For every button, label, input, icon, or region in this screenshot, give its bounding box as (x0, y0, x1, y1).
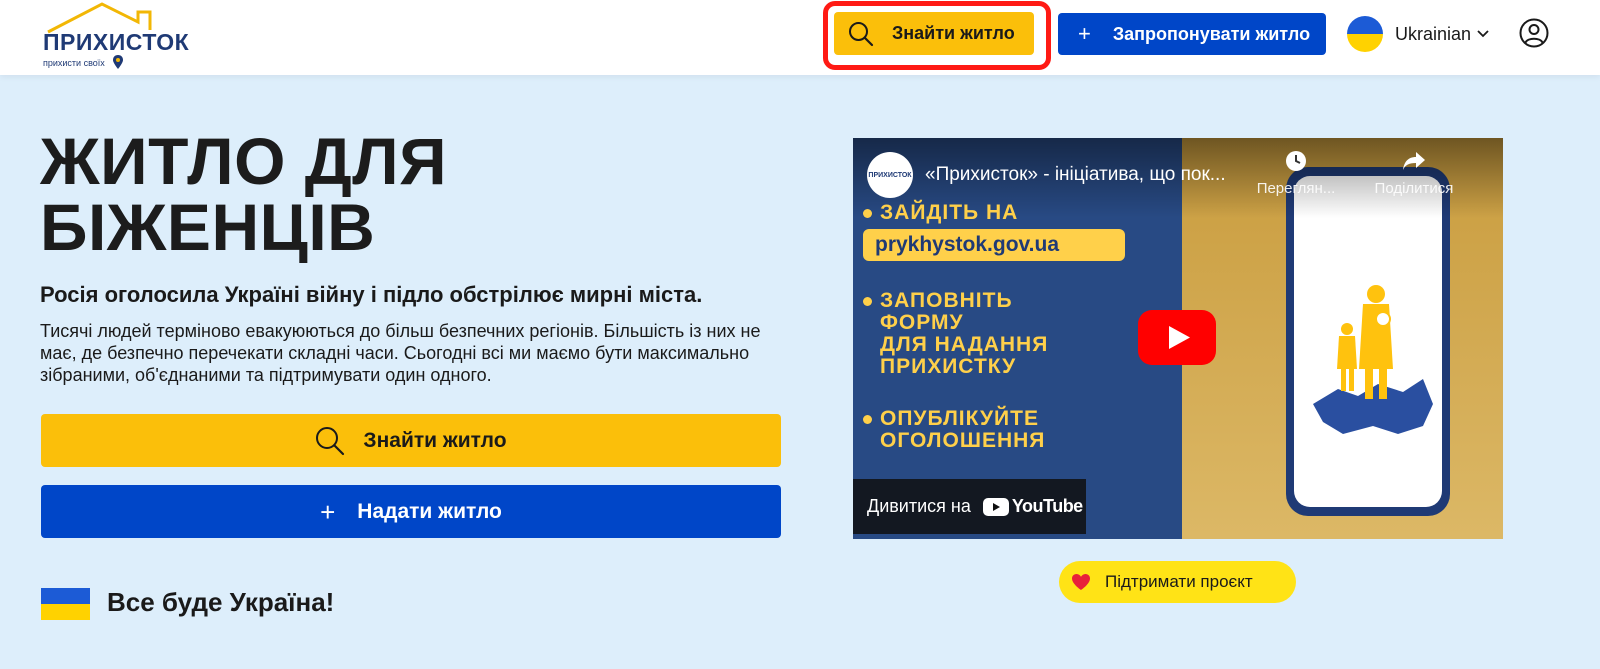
location-pin-icon (113, 55, 123, 69)
search-icon (316, 426, 345, 455)
watch-later-button[interactable]: Переглян... (1246, 150, 1346, 197)
give-housing-main-label: Надати житло (357, 499, 502, 523)
find-housing-button[interactable]: Знайти житло (834, 12, 1034, 55)
user-account-icon[interactable] (1519, 18, 1549, 48)
logo-subtitle: прихисти своїх (43, 58, 105, 68)
share-button[interactable]: Поділитися (1364, 150, 1464, 197)
language-selector[interactable]: Ukrainian (1347, 14, 1489, 54)
watch-on-label: Дивитися на (867, 496, 971, 516)
ukraine-flag-icon (1347, 16, 1383, 52)
watch-on-youtube-button[interactable]: Дивитися на YouTube (853, 479, 1086, 534)
slogan: Все буде Україна! (107, 587, 335, 617)
play-button-icon[interactable] (1138, 310, 1216, 365)
plus-icon: + (1078, 21, 1091, 46)
support-project-label: Підтримати проєкт (1105, 572, 1253, 591)
watch-later-label: Переглян... (1256, 180, 1336, 197)
youtube-logo-icon: YouTube (982, 496, 1083, 517)
heart-icon (1072, 574, 1090, 590)
offer-housing-label: Запропонувати житло (1112, 23, 1311, 44)
site-header: ПРИХИСТОК прихисти своїх Знайти житло + … (0, 0, 1600, 75)
find-housing-label: Знайти житло (892, 23, 1015, 43)
hero-subtitle: Росія оголосила Україні війну і підло об… (40, 282, 703, 307)
site-logo[interactable]: ПРИХИСТОК прихисти своїх (42, 0, 202, 72)
hero-title-line: ЖИТЛО ДЛЯ (40, 124, 448, 198)
find-housing-main-label: Знайти житло (363, 428, 507, 452)
logo-title: ПРИХИСТОК (43, 29, 190, 55)
channel-avatar[interactable]: ПРИХИСТОК (867, 152, 913, 198)
video-url-pill: prykhystok.gov.ua (863, 229, 1125, 261)
hero-title: ЖИТЛО ДЛЯ БІЖЕНЦІВ (40, 128, 800, 260)
chevron-down-icon (1477, 30, 1489, 38)
give-housing-main-button[interactable]: + Надати житло (41, 485, 781, 538)
video-step-2: ЗАПОВНІТЬ ФОРМУ ДЛЯ НАДАННЯ ПРИХИСТКУ (863, 290, 1048, 378)
youtube-video-embed[interactable]: ПРИХИСТОК «Прихисток» - ініціатива, що п… (853, 138, 1503, 539)
support-project-button[interactable]: Підтримати проєкт (1059, 561, 1296, 603)
hero-description: Тисячі людей терміново евакуюються до бі… (40, 321, 761, 385)
share-label: Поділитися (1374, 180, 1454, 197)
video-step-1: ЗАЙДІТЬ НА (863, 202, 1018, 224)
language-label: Ukrainian (1395, 23, 1472, 44)
offer-housing-button[interactable]: + Запропонувати житло (1058, 13, 1326, 55)
plus-icon: + (320, 496, 336, 527)
clock-icon (1286, 151, 1306, 171)
video-title[interactable]: «Прихисток» - ініціатива, що пок... (925, 164, 1275, 186)
search-icon (849, 21, 874, 46)
video-step-3: ОПУБЛІКУЙТЕ ОГОЛОШЕННЯ (863, 408, 1045, 452)
find-housing-main-button[interactable]: Знайти житло (41, 414, 781, 467)
share-icon (1403, 152, 1425, 170)
hero-title-line: БІЖЕНЦІВ (40, 190, 376, 264)
ukraine-flag (41, 588, 90, 620)
